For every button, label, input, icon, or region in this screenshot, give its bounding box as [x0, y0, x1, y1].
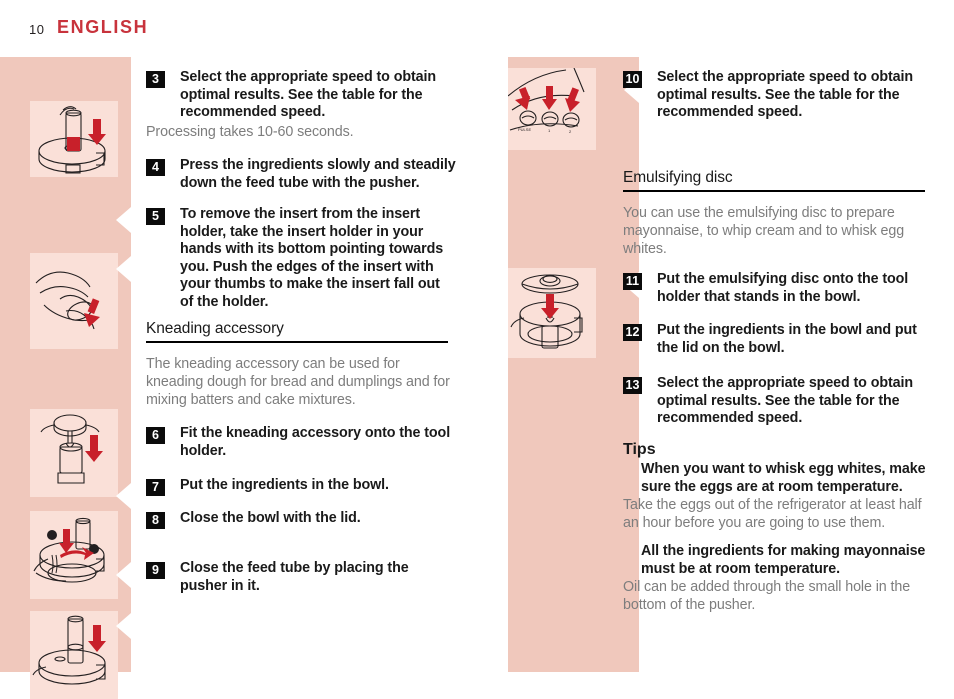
- step-12: 12 Put the ingredients in the bowl and p…: [623, 322, 933, 357]
- section-header-emulsifying-disc-rule: [623, 190, 925, 192]
- section-header-kneading-accessory-rule: [146, 341, 448, 343]
- step-13-number: 13: [623, 377, 642, 394]
- step-11: 11 Put the emulsifying disc onto the too…: [623, 271, 933, 306]
- step-4-text: Press the ingredients slowly and steadil…: [180, 157, 456, 191]
- step-7-text: Put the ingredients in the bowl.: [180, 477, 389, 493]
- svg-text:2: 2: [569, 129, 572, 134]
- step-10-text: Select the appropriate speed to obtain o…: [657, 69, 913, 121]
- step-3: 3 Select the appropriate speed to obtain…: [146, 69, 456, 122]
- pusher-in-feed-tube-illustration: [30, 611, 118, 699]
- svg-text:PULSE: PULSE: [518, 127, 531, 132]
- page-header: 10 ENGLISH: [0, 16, 954, 50]
- step-13: 13 Select the appropriate speed to obtai…: [623, 375, 933, 428]
- step-6: 6 Fit the kneading accessory onto the to…: [146, 425, 456, 460]
- step-11-text: Put the emulsifying disc onto the tool h…: [657, 271, 909, 305]
- step-8-text: Close the bowl with the lid.: [180, 510, 361, 526]
- tip-item-2: All the ingredients for making mayonnais…: [641, 543, 926, 577]
- intro-emulsifying-disc: You can use the emulsifying disc to prep…: [623, 205, 905, 258]
- left-notch-step6: [116, 483, 131, 509]
- step-7-number: 7: [146, 479, 165, 496]
- tip-item-2-note: Oil can be added through the small hole …: [623, 579, 911, 614]
- step-4: 4 Press the ingredients slowly and stead…: [146, 157, 456, 192]
- kneading-accessory-on-tool-holder-illustration: [30, 409, 118, 497]
- step-7: 7 Put the ingredients in the bowl.: [146, 477, 456, 496]
- step-6-number: 6: [146, 427, 165, 444]
- left-column: 3 Select the appropriate speed to obtain…: [0, 57, 477, 699]
- right-column: PULSE 1 2 10 Select the appropriate spee…: [477, 57, 954, 672]
- tip-item-1: When you want to whisk egg whites, make …: [641, 461, 926, 495]
- step-12-text: Put the ingredients in the bowl and put …: [657, 322, 917, 356]
- emulsifying-disc-onto-tool-holder-illustration: [508, 268, 596, 358]
- step-10-number: 10: [623, 71, 642, 88]
- step-3-number: 3: [146, 71, 165, 88]
- step-5: 5 To remove the insert from the insert h…: [146, 206, 456, 312]
- section-header-emulsifying-disc: Emulsifying disc: [623, 169, 925, 192]
- note-processing-time: Processing takes 10-60 seconds.: [146, 124, 354, 140]
- step-9-text: Close the feed tube by placing the pushe…: [180, 560, 409, 594]
- step-9: 9 Close the feed tube by placing the pus…: [146, 560, 456, 595]
- step-11-number: 11: [623, 273, 642, 290]
- section-header-kneading-accessory: Kneading accessory: [146, 320, 448, 343]
- step-5-text: To remove the insert from the insert hol…: [180, 206, 444, 310]
- step-12-number: 12: [623, 324, 642, 341]
- step-13-text: Select the appropriate speed to obtain o…: [657, 375, 913, 427]
- left-notch-step9: [116, 613, 131, 639]
- step-9-number: 9: [146, 562, 165, 579]
- page-number: 10: [29, 22, 45, 37]
- tips-heading: Tips: [623, 441, 656, 458]
- left-notch-step4: [116, 207, 131, 233]
- tip-item-1-note: Take the eggs out of the refrigerator at…: [623, 497, 922, 532]
- pusher-down-feed-tube-illustration: [30, 101, 118, 177]
- step-10: 10 Select the appropriate speed to obtai…: [623, 69, 933, 122]
- section-header-emulsifying-disc-label: Emulsifying disc: [623, 169, 733, 186]
- step-3-text: Select the appropriate speed to obtain o…: [180, 69, 436, 121]
- left-notch-step8: [116, 562, 131, 588]
- section-header-kneading-accessory-label: Kneading accessory: [146, 320, 284, 337]
- page-title: ENGLISH: [57, 17, 149, 37]
- insert-holder-in-hands-illustration: [30, 253, 118, 349]
- intro-kneading-accessory: The kneading accessory can be used for k…: [146, 356, 450, 409]
- step-8: 8 Close the bowl with the lid.: [146, 510, 456, 529]
- step-6-text: Fit the kneading accessory onto the tool…: [180, 425, 451, 459]
- step-8-number: 8: [146, 512, 165, 529]
- svg-text:1: 1: [548, 128, 551, 133]
- left-notch-step5: [116, 256, 131, 282]
- control-panel-buttons-illustration: PULSE 1 2: [508, 68, 596, 150]
- step-5-number: 5: [146, 208, 165, 225]
- step-4-number: 4: [146, 159, 165, 176]
- kneading-accessory-in-bowl-illustration: [30, 511, 118, 599]
